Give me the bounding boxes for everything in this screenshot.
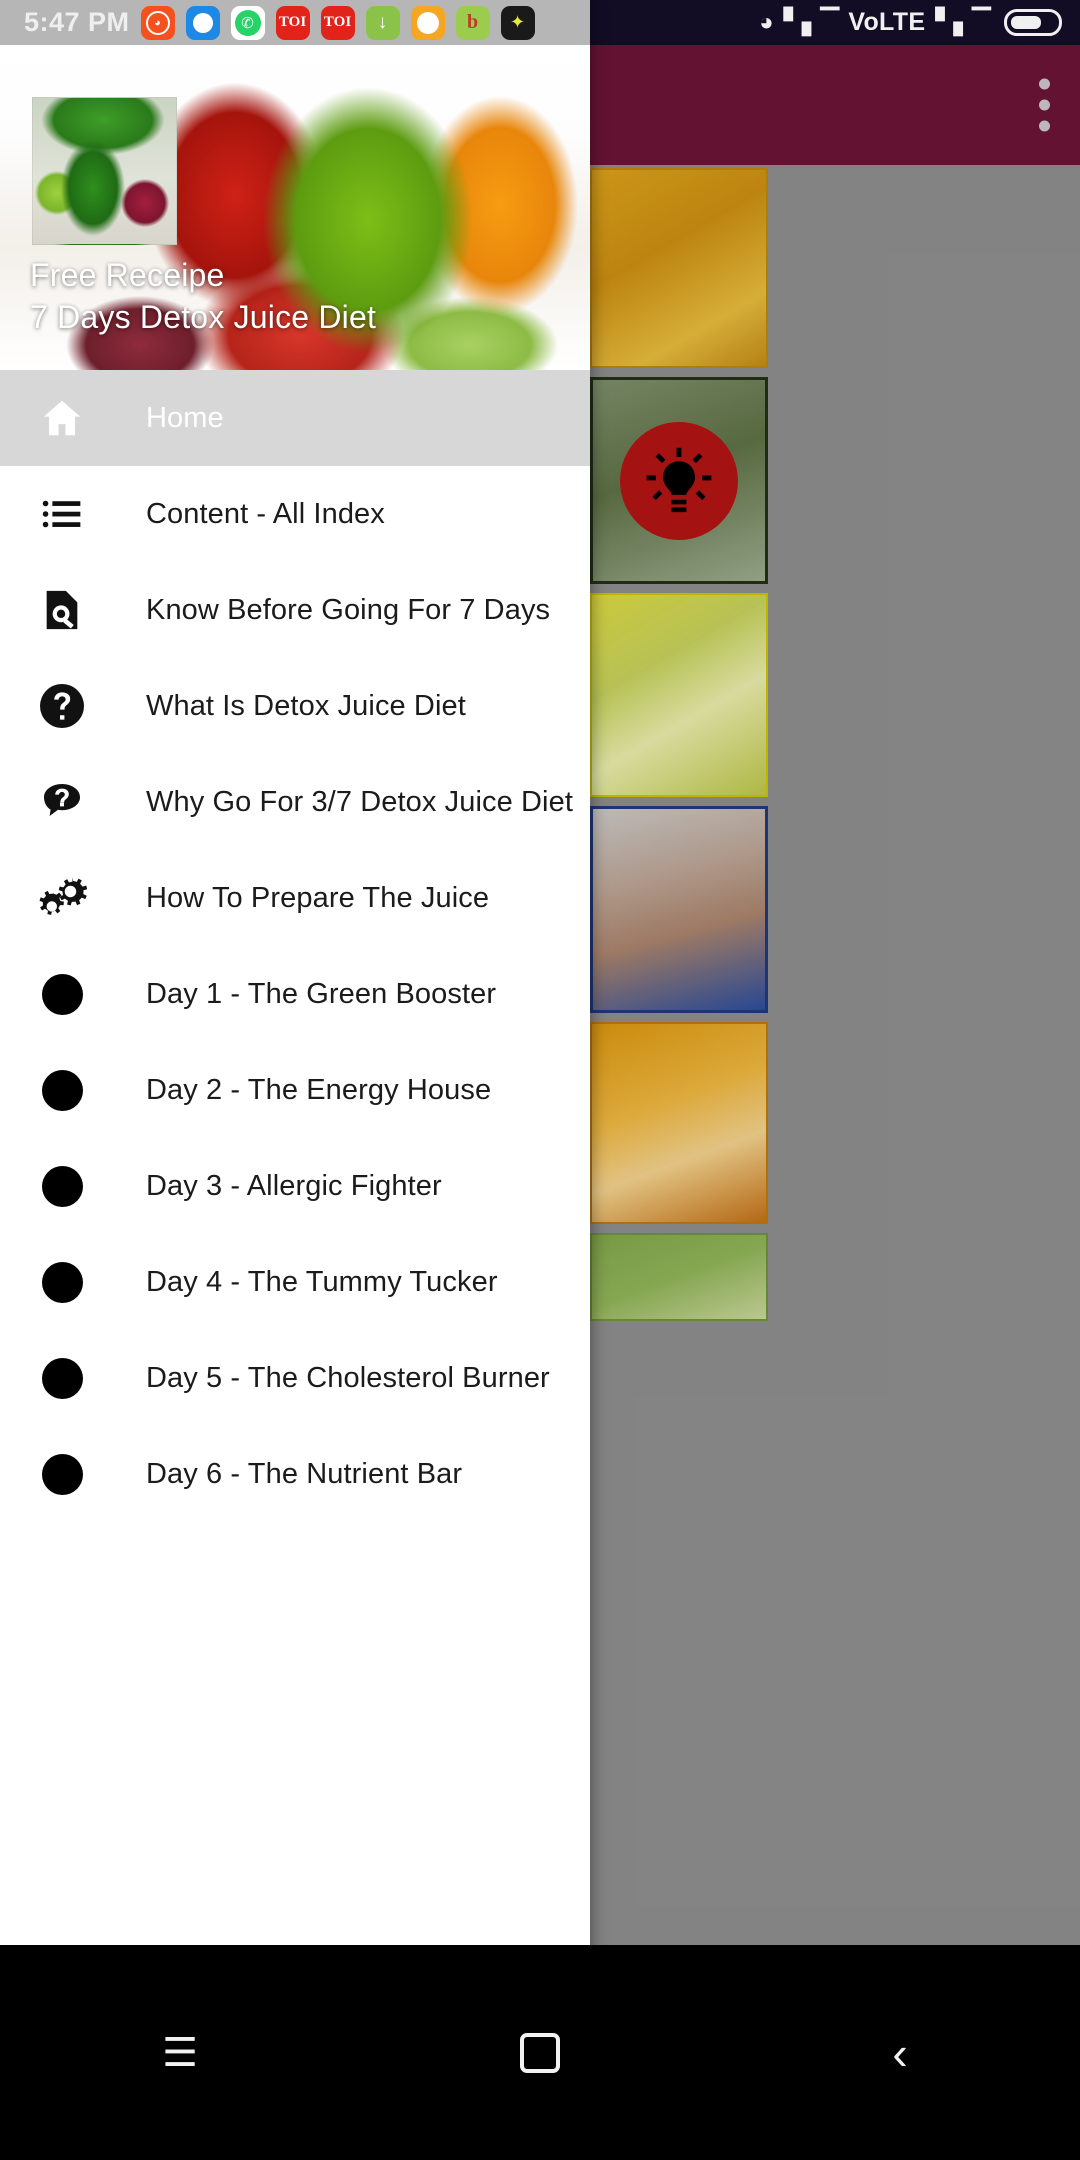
status-bar-clock: 5:47 PM	[24, 7, 130, 37]
sidebar-item-label: Home	[146, 401, 224, 434]
bullet-dot-icon	[30, 1165, 94, 1207]
signal-bars-icon-2: ▘▖▔	[935, 8, 991, 36]
arm-card[interactable]	[590, 806, 768, 1013]
sidebar-item-label: Day 3 - Allergic Fighter	[146, 1169, 442, 1202]
star-app-icon: ✦	[500, 5, 535, 40]
sidebar-item-day-1[interactable]: Day 1 - The Green Booster	[0, 946, 590, 1042]
system-navigation-bar: ☰ ‹	[0, 1945, 1080, 2160]
cucumber-card[interactable]	[590, 1233, 768, 1321]
list-icon	[30, 493, 94, 535]
signal-bars-icon-1: ▘▖▔	[783, 8, 840, 36]
question-bubble-icon	[30, 778, 94, 826]
sidebar-item-label: Day 6 - The Nutrient Bar	[146, 1457, 463, 1490]
question-circle-icon	[30, 682, 94, 730]
sidebar-item-label: What Is Detox Juice Diet	[146, 689, 466, 722]
recents-icon: ☰	[162, 2030, 198, 2075]
whatsapp-icon: ✆	[230, 5, 265, 40]
sidebar-item-label: Day 5 - The Cholesterol Burner	[146, 1361, 550, 1394]
drawer-subtitle: 7 Days Detox Juice Diet	[30, 299, 377, 335]
battery-icon	[1004, 9, 1062, 36]
sidebar-item-label: Day 1 - The Green Booster	[146, 977, 497, 1010]
drawer-menu-list: Home Content - All Index Know Before Goi…	[0, 370, 590, 1522]
orange-juice-card[interactable]	[590, 168, 768, 368]
navigation-drawer: 5:47 PM ◕ ✆ TOI TOI ↓ b ✦ Free Receipe 7…	[0, 0, 590, 2160]
bullet-dot-icon	[30, 1261, 94, 1303]
drawer-title: Free Receipe	[30, 257, 225, 293]
green-juice-inset-photo	[32, 97, 177, 245]
lightbulb-icon	[620, 421, 738, 540]
sidebar-item-label: Day 2 - The Energy House	[146, 1073, 492, 1106]
sidebar-item-day-2[interactable]: Day 2 - The Energy House	[0, 1042, 590, 1138]
sidebar-item-label: Content - All Index	[146, 497, 385, 530]
volte-label: VoLTE	[848, 8, 926, 36]
download-icon: ↓	[365, 5, 400, 40]
sidebar-item-how-to-prepare-the-juice[interactable]: How To Prepare The Juice	[0, 850, 590, 946]
gears-icon	[30, 873, 94, 923]
sidebar-item-what-is-detox-juice-diet[interactable]: What Is Detox Juice Diet	[0, 658, 590, 754]
recents-button[interactable]: ☰	[0, 2033, 360, 2073]
overflow-menu-icon[interactable]	[1038, 78, 1050, 132]
bullet-dot-icon	[30, 973, 94, 1015]
drawer-header-titles: Free Receipe 7 Days Detox Juice Diet	[30, 254, 376, 338]
toi-news-icon-2: TOI	[320, 5, 355, 40]
sidebar-item-label: How To Prepare The Juice	[146, 881, 490, 914]
green-drink-card[interactable]	[590, 593, 768, 797]
sidebar-item-label: Why Go For 3/7 Detox Juice Diet	[146, 785, 573, 818]
smoothie-card[interactable]	[590, 1022, 768, 1224]
drawer-status-bar-overlay: 5:47 PM ◕ ✆ TOI TOI ↓ b ✦	[0, 0, 590, 45]
background-card-list	[590, 168, 768, 1330]
home-square-icon	[520, 2032, 560, 2073]
back-chevron-icon: ‹	[892, 2026, 908, 2079]
back-button[interactable]: ‹	[720, 2030, 1080, 2076]
sidebar-item-day-4[interactable]: Day 4 - The Tummy Tucker	[0, 1234, 590, 1330]
home-icon	[30, 395, 94, 441]
tip-bulb-card[interactable]	[590, 377, 768, 584]
browser-icon	[185, 5, 220, 40]
sidebar-item-home[interactable]: Home	[0, 370, 590, 466]
sidebar-item-label: Know Before Going For 7 Days	[146, 593, 551, 626]
sidebar-item-day-6[interactable]: Day 6 - The Nutrient Bar	[0, 1426, 590, 1522]
document-search-icon	[30, 587, 94, 633]
sidebar-item-know-before-going[interactable]: Know Before Going For 7 Days	[0, 562, 590, 658]
toi-news-icon-1: TOI	[275, 5, 310, 40]
drawer-header: Free Receipe 7 Days Detox Juice Diet	[0, 45, 590, 370]
sidebar-item-day-5[interactable]: Day 5 - The Cholesterol Burner	[0, 1330, 590, 1426]
bullet-dot-icon	[30, 1357, 94, 1399]
bigbasket-icon: b	[455, 5, 490, 40]
sidebar-item-label: Day 4 - The Tummy Tucker	[146, 1265, 498, 1298]
sidebar-item-why-go-for-detox-juice-diet[interactable]: Why Go For 3/7 Detox Juice Diet	[0, 754, 590, 850]
sidebar-item-content-all-index[interactable]: Content - All Index	[0, 466, 590, 562]
mi-app-icon: ◕	[140, 5, 175, 40]
messages-icon	[410, 5, 445, 40]
home-button[interactable]	[360, 2032, 720, 2073]
sidebar-item-day-3[interactable]: Day 3 - Allergic Fighter	[0, 1138, 590, 1234]
bullet-dot-icon	[30, 1453, 94, 1495]
wifi-icon: ◕	[759, 8, 774, 36]
bullet-dot-icon	[30, 1069, 94, 1111]
